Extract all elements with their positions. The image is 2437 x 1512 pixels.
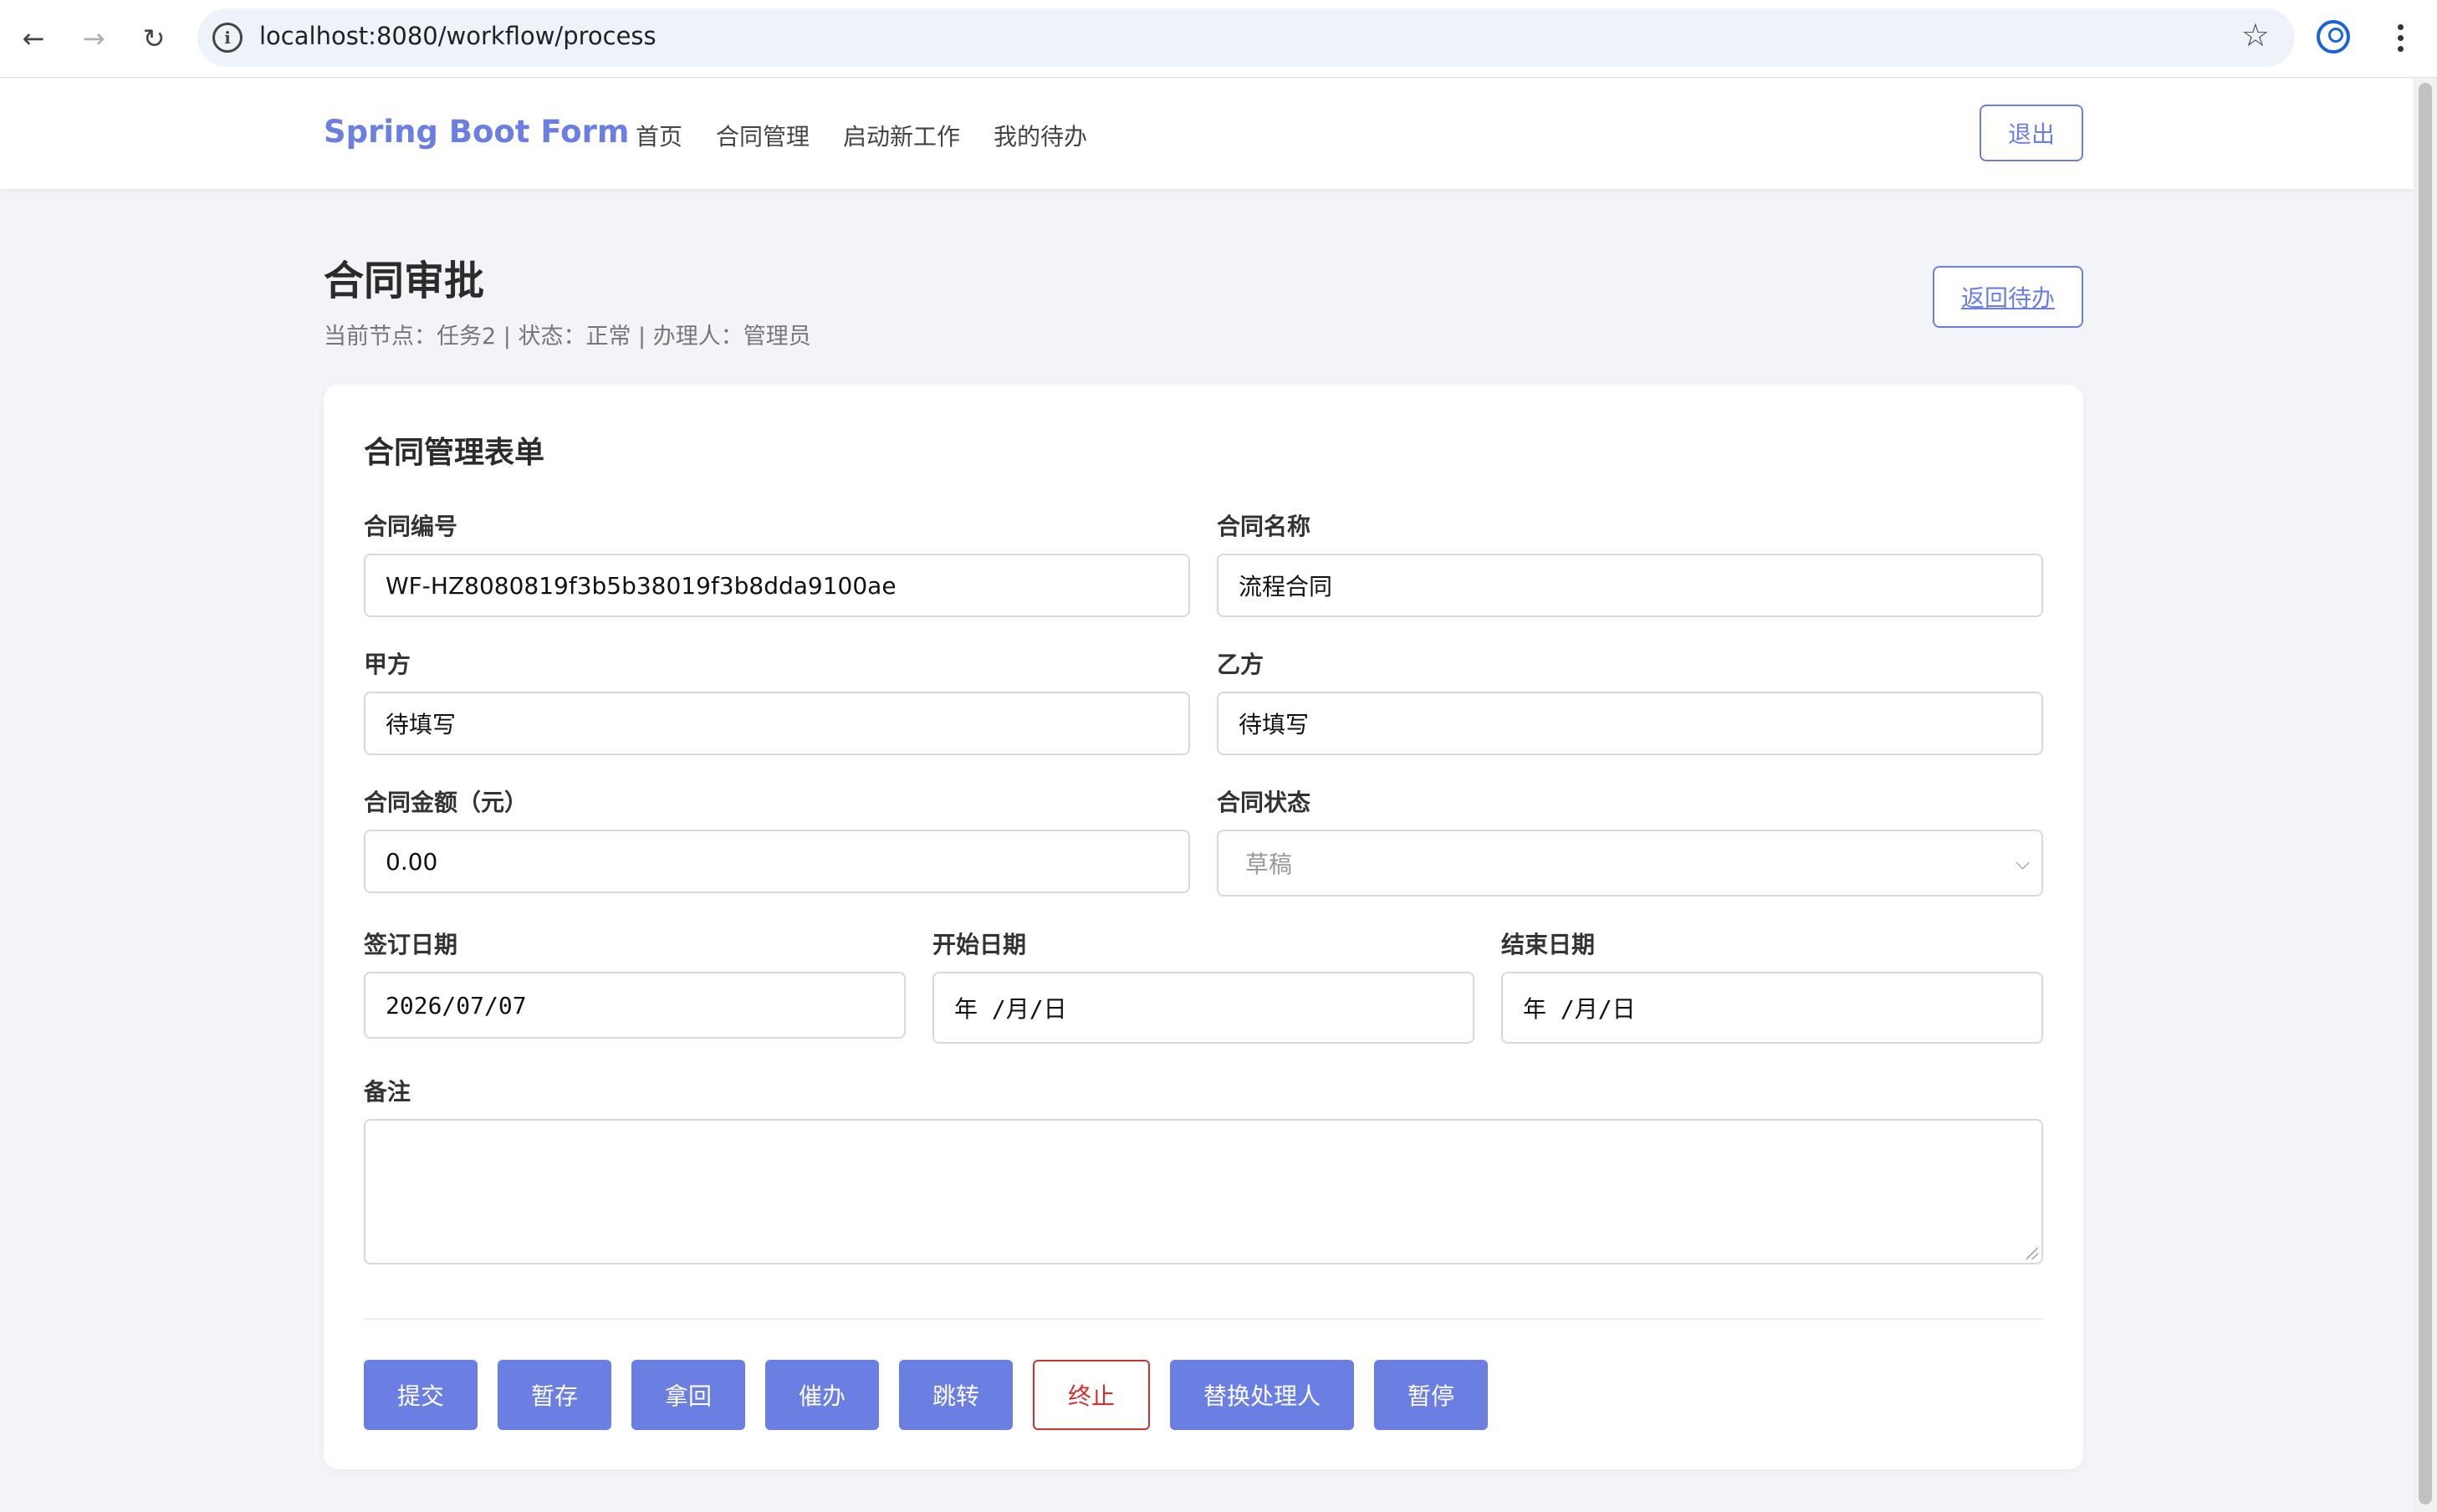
actions-divider [364, 1318, 2043, 1320]
nav-my-todo[interactable]: 我的待办 [994, 119, 1087, 152]
party-b-input[interactable]: 待填写 [1217, 692, 2043, 755]
retrieve-button[interactable]: 拿回 [631, 1360, 745, 1430]
contract-name-input[interactable]: 流程合同 [1217, 554, 2043, 617]
reload-icon[interactable]: ↻ [130, 15, 177, 62]
party-b-label: 乙方 [1217, 651, 1264, 678]
start-date-input[interactable]: 年 /月/日 [932, 972, 1474, 1044]
bookmark-star-icon[interactable]: ☆ [2241, 17, 2270, 54]
address-bar[interactable]: i localhost:8080/workflow/process ☆ [197, 8, 2295, 67]
kebab-menu-icon[interactable] [2392, 17, 2409, 59]
chevron-down-icon: ⌵ [2016, 852, 2030, 874]
remark-label: 备注 [364, 1078, 411, 1106]
page-scrollbar[interactable] [2414, 78, 2437, 1512]
end-date-label: 结束日期 [1501, 931, 1596, 958]
page-subtitle: 当前节点：任务2 | 状态：正常 | 办理人：管理员 [324, 324, 811, 350]
sign-date-label: 签订日期 [364, 931, 458, 958]
party-a-input[interactable]: 待填写 [364, 692, 1190, 755]
site-info-icon[interactable]: i [212, 23, 243, 53]
scrollbar-thumb[interactable] [2419, 83, 2432, 1504]
form-title: 合同管理表单 [364, 436, 545, 470]
suspend-button[interactable]: 暂停 [1374, 1360, 1488, 1430]
remark-textarea[interactable] [364, 1119, 2043, 1264]
back-arrow-icon[interactable]: ← [10, 15, 57, 62]
amount-input[interactable]: 0.00 [364, 830, 1190, 893]
status-select[interactable]: 草稿 ⌵ [1217, 830, 2043, 896]
logout-button[interactable]: 退出 [1980, 105, 2083, 161]
end-date-input[interactable]: 年 /月/日 [1501, 972, 2043, 1044]
page-title: 合同审批 [324, 258, 485, 304]
profile-icon[interactable] [2317, 20, 2350, 54]
brand-logo[interactable]: Spring Boot Form [324, 114, 629, 150]
status-select-value: 草稿 [1245, 850, 1293, 878]
main-nav: 首页 合同管理 启动新工作 我的待办 [636, 119, 1087, 152]
contract-name-label: 合同名称 [1217, 513, 1311, 540]
contract-no-input[interactable]: WF-HZ8080819f3b5b38019f3b8dda9100ae [364, 554, 1190, 617]
amount-label: 合同金额（元） [364, 789, 529, 816]
reassign-handler-button[interactable]: 替换处理人 [1170, 1360, 1354, 1430]
url-text[interactable]: localhost:8080/workflow/process [259, 22, 657, 50]
save-draft-button[interactable]: 暂存 [498, 1360, 611, 1430]
back-to-todo-button[interactable]: 返回待办 [1933, 266, 2083, 328]
urge-button[interactable]: 催办 [765, 1360, 879, 1430]
browser-toolbar: ← → ↻ i localhost:8080/workflow/process … [0, 0, 2437, 78]
sign-date-input[interactable]: 2026/07/07 [364, 972, 906, 1039]
nav-start-new-work[interactable]: 启动新工作 [843, 119, 960, 152]
submit-button[interactable]: 提交 [364, 1360, 478, 1430]
resize-grip-icon[interactable] [2026, 1248, 2038, 1259]
terminate-button[interactable]: 终止 [1033, 1360, 1150, 1430]
form-card: 合同管理表单 合同编号 WF-HZ8080819f3b5b38019f3b8dd… [324, 385, 2083, 1469]
forward-arrow-icon[interactable]: → [70, 15, 117, 62]
nav-contract-management[interactable]: 合同管理 [716, 119, 810, 152]
start-date-label: 开始日期 [932, 931, 1027, 958]
nav-home[interactable]: 首页 [636, 119, 682, 152]
jump-button[interactable]: 跳转 [899, 1360, 1013, 1430]
contract-no-label: 合同编号 [364, 513, 458, 540]
status-label: 合同状态 [1217, 789, 1311, 816]
app-header: Spring Boot Form 首页 合同管理 启动新工作 我的待办 退出 [0, 79, 2414, 189]
party-a-label: 甲方 [364, 651, 411, 678]
